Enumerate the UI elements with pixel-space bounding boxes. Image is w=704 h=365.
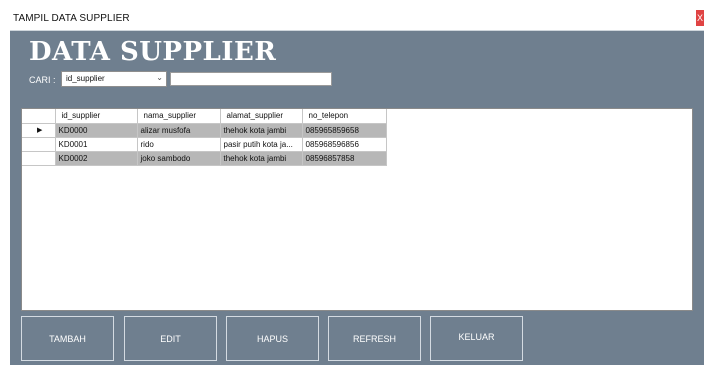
window-title: TAMPIL DATA SUPPLIER	[13, 13, 130, 24]
refresh-button[interactable]: REFRESH	[328, 316, 421, 361]
table-cell[interactable]: joko sambodo	[137, 151, 221, 166]
search-label: CARI :	[29, 75, 56, 85]
current-row-indicator-icon: ▶	[22, 123, 56, 138]
column-header[interactable]: no_telepon	[302, 109, 387, 124]
table-cell[interactable]: alizar musfofa	[137, 123, 221, 138]
table-cell[interactable]: KD0002	[55, 151, 138, 166]
row-header-corner	[22, 109, 56, 124]
supplier-grid[interactable]: id_supplier nama_supplier alamat_supplie…	[21, 108, 693, 311]
table-row[interactable]: KD0002 joko sambodo thehok kota jambi 08…	[22, 151, 387, 166]
edit-button[interactable]: EDIT	[124, 316, 217, 361]
row-header	[22, 151, 56, 166]
search-field-select[interactable]: id_supplier ⌄	[61, 71, 167, 87]
table-row[interactable]: KD0001 rido pasir putih kota ja... 08596…	[22, 137, 387, 152]
title-bar: TAMPIL DATA SUPPLIER X	[10, 8, 704, 31]
table-cell[interactable]: thehok kota jambi	[220, 151, 303, 166]
hapus-button[interactable]: HAPUS	[226, 316, 319, 361]
table-header-row: id_supplier nama_supplier alamat_supplie…	[22, 109, 387, 124]
supplier-table: id_supplier nama_supplier alamat_supplie…	[22, 109, 387, 166]
table-cell[interactable]: 085968596856	[302, 137, 387, 152]
close-button[interactable]: X	[696, 10, 704, 26]
column-header[interactable]: nama_supplier	[137, 109, 221, 124]
page-heading: DATA SUPPLIER	[29, 37, 277, 67]
tambah-button-label: TAMBAH	[49, 334, 86, 344]
table-row[interactable]: ▶ KD0000 alizar musfofa thehok kota jamb…	[22, 123, 387, 138]
search-input[interactable]	[170, 72, 332, 86]
keluar-button-label: KELUAR	[458, 332, 495, 342]
column-header[interactable]: id_supplier	[55, 109, 138, 124]
table-cell[interactable]: KD0000	[55, 123, 138, 138]
row-header	[22, 137, 56, 152]
table-cell[interactable]: rido	[137, 137, 221, 152]
search-field-value: id_supplier	[66, 74, 105, 83]
table-cell[interactable]: pasir putih kota ja...	[220, 137, 303, 152]
table-cell[interactable]: thehok kota jambi	[220, 123, 303, 138]
hapus-button-label: HAPUS	[256, 334, 288, 344]
chevron-down-icon: ⌄	[156, 73, 163, 82]
table-cell[interactable]: KD0001	[55, 137, 138, 152]
keluar-button[interactable]: KELUAR	[430, 316, 523, 361]
supplier-window: TAMPIL DATA SUPPLIER X DATA SUPPLIER CAR…	[10, 8, 704, 365]
column-header[interactable]: alamat_supplier	[220, 109, 303, 124]
refresh-button-label: REFRESH	[352, 334, 396, 344]
table-cell[interactable]: 08596857858	[302, 151, 387, 166]
table-cell[interactable]: 085965859658	[302, 123, 387, 138]
tambah-button[interactable]: TAMBAH	[21, 316, 114, 361]
edit-button-label: EDIT	[160, 334, 181, 344]
